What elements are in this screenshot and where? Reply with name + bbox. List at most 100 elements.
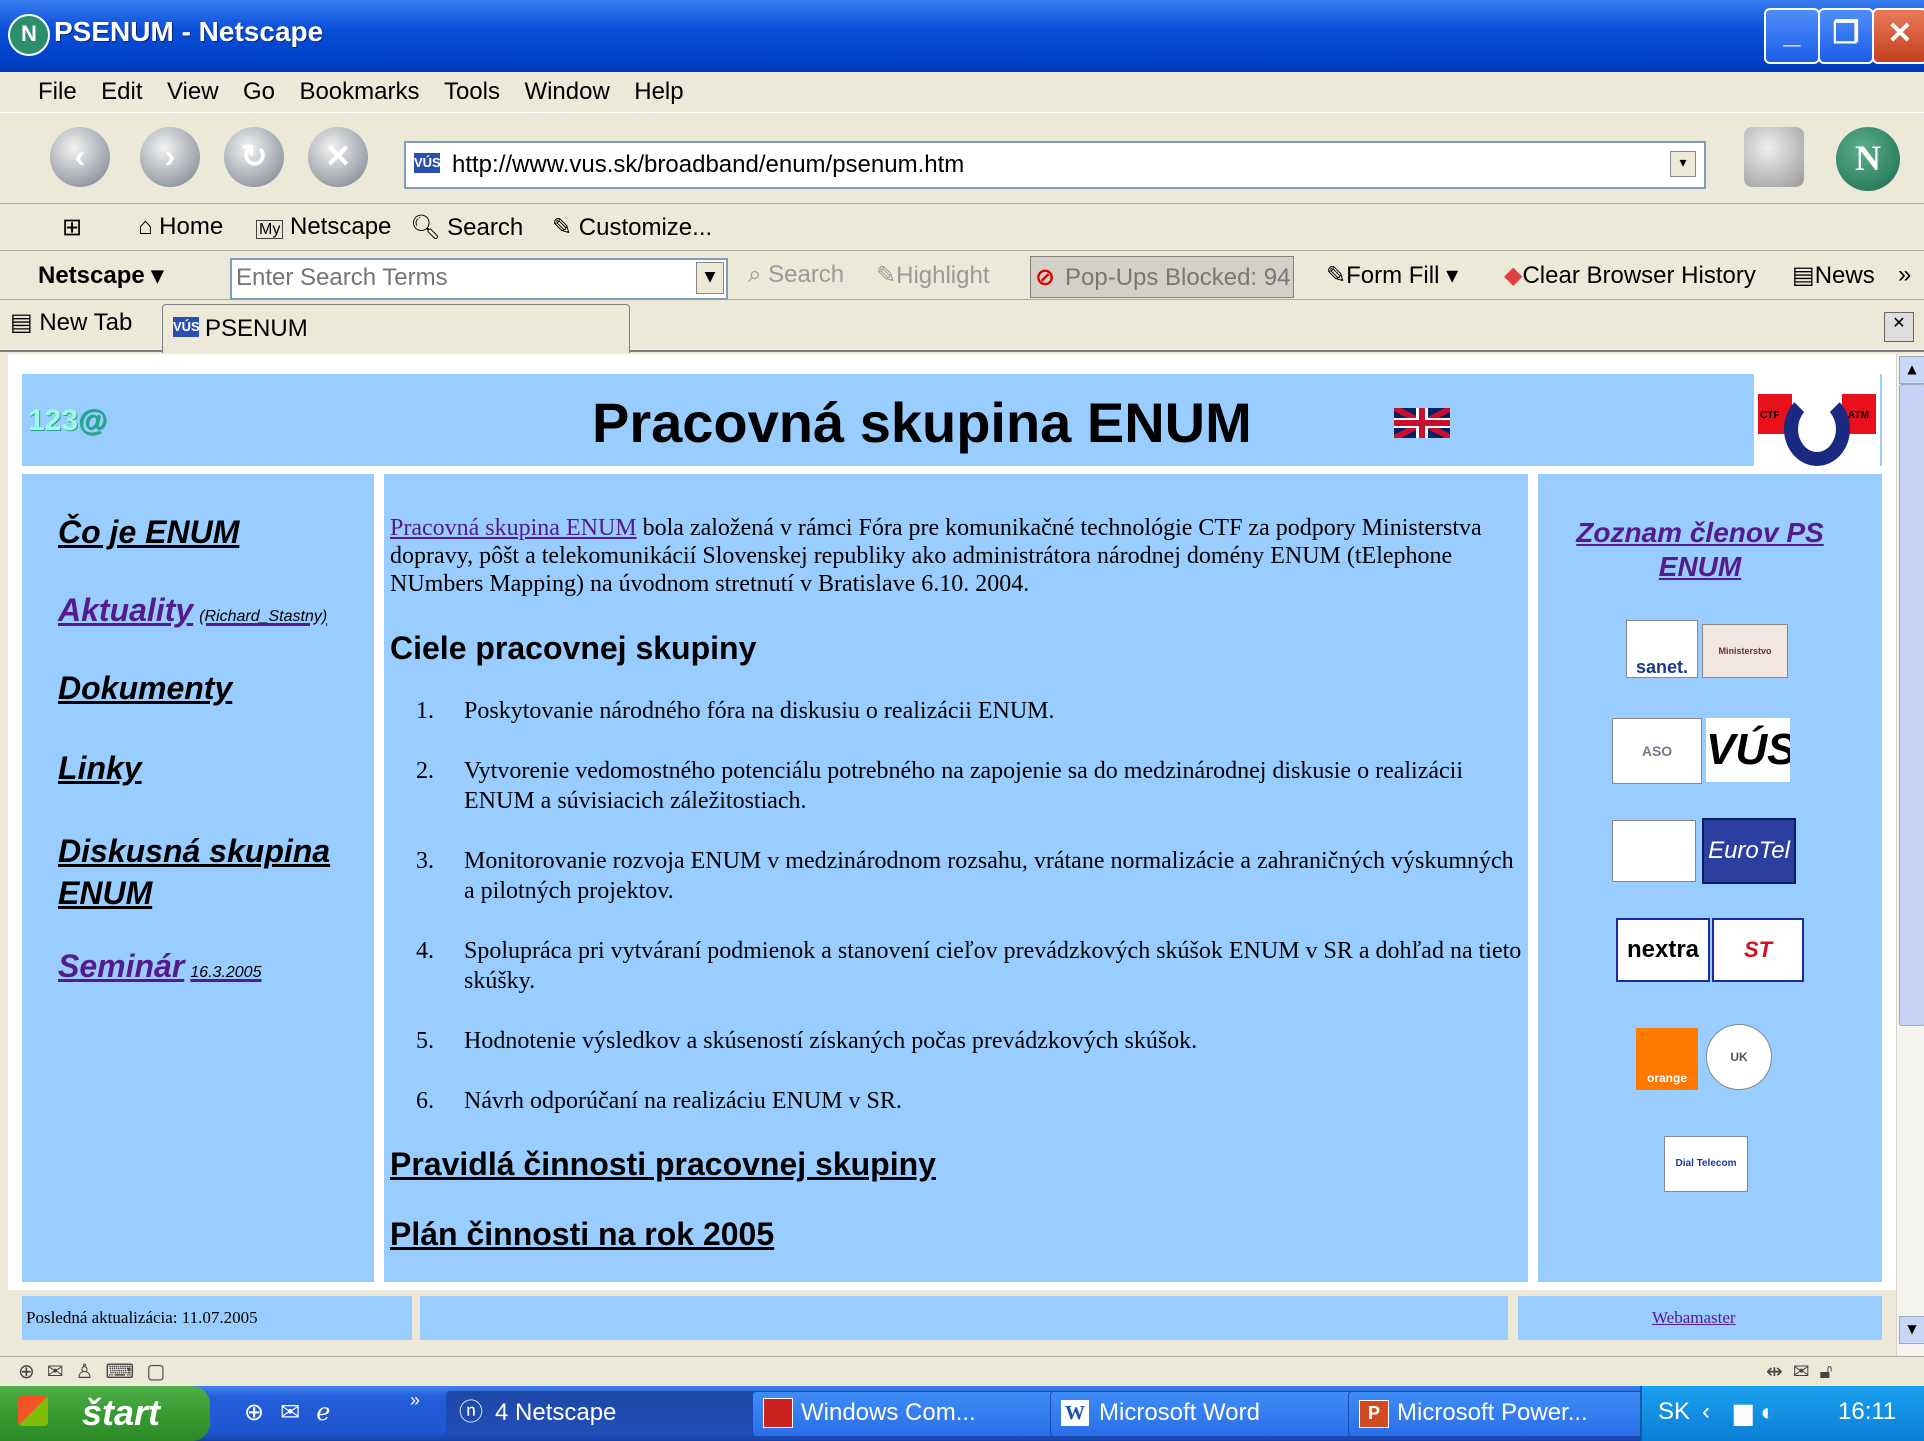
toolbar-overflow-chevron[interactable]: » <box>1898 261 1911 289</box>
tray-icons[interactable]: ▆◐ <box>1734 1398 1783 1427</box>
windows-logo-icon <box>18 1396 48 1426</box>
logo-university[interactable]: UK <box>1706 1024 1772 1090</box>
logo-sanet[interactable]: sanet. <box>1626 620 1698 678</box>
minimize-button[interactable]: _ <box>1764 8 1820 64</box>
forward-arrow-icon[interactable]: › <box>140 127 200 187</box>
nav-link-diskusna-skupina[interactable]: Diskusná skupina ENUM <box>58 830 358 914</box>
print-icon[interactable] <box>1744 127 1804 187</box>
scroll-up-icon[interactable]: ▲ <box>1899 356 1924 384</box>
menu-view[interactable]: View <box>167 78 219 105</box>
netscape-icon: N <box>8 14 50 56</box>
logo-eurotel[interactable]: EuroTel <box>1702 818 1796 884</box>
scroll-thumb[interactable] <box>1899 384 1924 1026</box>
search-input[interactable]: ▼ <box>230 258 728 300</box>
reload-icon[interactable]: ↻ <box>224 127 284 187</box>
news-button[interactable]: ▤News <box>1792 261 1875 290</box>
menu-tools[interactable]: Tools <box>444 78 500 105</box>
logo-orange[interactable]: orange <box>1636 1028 1698 1090</box>
page-banner: 123@ Pracovná skupina ENUM CTF ATM <box>22 374 1882 470</box>
vertical-scrollbar[interactable]: ▲ ▼ <box>1896 354 1924 1356</box>
home-icon: ⌂ <box>138 213 160 240</box>
tab-bar: ▤ New Tab VÚS PSENUM ✕ <box>0 300 1924 353</box>
floppy-icon <box>763 1398 793 1428</box>
new-tab-button[interactable]: ▤ New Tab <box>10 308 132 344</box>
toolbar-search-button[interactable]: ⌕ Search <box>748 261 844 289</box>
powerpoint-icon: P <box>1359 1400 1389 1428</box>
logo-dial-telecom[interactable]: Dial Telecom <box>1664 1136 1748 1192</box>
component-bar-icons[interactable]: ⊕✉♙⌨▢ <box>18 1359 177 1383</box>
popup-blocked-icon: ⊘ <box>1035 263 1056 291</box>
logo-slovak-telecom[interactable]: ST <box>1712 918 1804 982</box>
logo-aso[interactable]: ASO <box>1612 718 1702 784</box>
close-tab-icon[interactable]: ✕ <box>1884 312 1914 342</box>
nav-link-co-je-enum[interactable]: Čo je ENUM <box>58 514 239 551</box>
home-button[interactable]: ⌂ Home <box>138 213 223 241</box>
stop-icon[interactable]: ✕ <box>308 127 368 187</box>
main-content: Pracovná skupina ENUM bola založená v rá… <box>384 474 1528 1282</box>
link-plan-2005[interactable]: Plán činnosti na rok 2005 <box>390 1216 774 1253</box>
tab-psenum[interactable]: VÚS PSENUM <box>162 304 630 353</box>
my-badge: My <box>256 220 284 239</box>
url-field[interactable]: VÚS http://www.vus.sk/broadband/enum/pse… <box>404 141 1706 189</box>
close-button[interactable]: ✕ <box>1872 8 1924 64</box>
footer-updated: Posledná aktualizácia: 11.07.2005 <box>22 1296 412 1340</box>
back-arrow-icon[interactable]: ‹ <box>50 127 110 187</box>
netscape-icon: ⓝ <box>459 1399 483 1426</box>
taskbar-powerpoint[interactable]: P Microsoft Power... <box>1348 1391 1684 1437</box>
personal-toolbar: ⊞ ⌂ Home My Netscape 🔍︎ Search ✎ Customi… <box>0 205 1924 251</box>
nav-link-seminar[interactable]: Seminár 16.3.2005 <box>58 948 261 985</box>
logo-nextra[interactable]: nextra <box>1616 918 1710 982</box>
taskbar-word[interactable]: W Microsoft Word <box>1050 1391 1390 1437</box>
left-navigation: Čo je ENUM Aktuality (Richard_Stastny) Do… <box>22 474 374 1282</box>
menu-edit[interactable]: Edit <box>101 78 142 105</box>
tab-grid-icon[interactable]: ⊞ <box>62 213 82 242</box>
menu-help[interactable]: Help <box>634 78 683 105</box>
link-pravidla[interactable]: Pravidlá činnosti pracovnej skupiny <box>390 1146 936 1183</box>
clear-history-button[interactable]: ◆Clear Browser History <box>1504 261 1756 290</box>
restore-button[interactable]: ❐ <box>1818 8 1874 64</box>
start-button[interactable]: štart <box>0 1386 210 1441</box>
nav-link-linky[interactable]: Linky <box>58 750 142 787</box>
language-indicator[interactable]: SK <box>1658 1398 1690 1426</box>
url-dropdown-icon[interactable]: ▾ <box>1670 151 1696 177</box>
customize-button[interactable]: ✎ Customize... <box>552 213 712 242</box>
members-link[interactable]: Zoznam členov PS ENUM <box>1562 516 1838 584</box>
netscape-toolbar: Netscape ▾ ▼ ⌕ Search ✎Highlight ⊘ Pop-U… <box>0 252 1924 300</box>
status-bar: ⊕✉♙⌨▢ ⇹✉🔓︎ <box>0 1356 1924 1386</box>
logo-vus[interactable]: VÚS <box>1706 718 1790 782</box>
quick-launch-chevron[interactable]: » <box>410 1390 420 1411</box>
menu-bookmarks[interactable]: Bookmarks <box>299 78 419 105</box>
form-fill-button[interactable]: ✎Form Fill ▾ <box>1326 261 1458 290</box>
navigation-toolbar: ‹ › ↻ ✕ VÚS http://www.vus.sk/broadband/… <box>0 112 1924 204</box>
netscape-throbber-icon[interactable]: N <box>1836 127 1900 191</box>
taskbar-netscape[interactable]: ⓝ 4 Netscape ▾ <box>446 1391 796 1437</box>
popups-blocked-button[interactable]: ⊘ Pop-Ups Blocked: 94 <box>1030 256 1294 298</box>
window-title-bar[interactable]: N PSENUM - Netscape _ ❐ ✕ <box>0 0 1924 72</box>
highlight-button[interactable]: ✎Highlight <box>876 261 990 290</box>
webmaster-link[interactable]: Webamaster <box>1652 1308 1736 1328</box>
news-icon: ▤ <box>1792 262 1815 289</box>
menu-window[interactable]: Window <box>524 78 609 105</box>
taskbar-windows-commander[interactable]: Windows Com... <box>752 1391 1092 1437</box>
nav-link-dokumenty[interactable]: Dokumenty <box>58 670 232 707</box>
search-terms-field[interactable] <box>232 260 680 296</box>
netscape-search-menu[interactable]: Netscape ▾ <box>38 261 163 290</box>
search-dropdown-icon[interactable]: ▼ <box>696 262 724 294</box>
my-netscape-button[interactable]: My Netscape <box>256 213 391 241</box>
goals-heading: Ciele pracovnej skupiny <box>390 630 757 666</box>
uk-flag-icon[interactable] <box>1394 408 1450 438</box>
menu-go[interactable]: Go <box>243 78 275 105</box>
logo-ministerstvo[interactable]: Ministerstvo <box>1702 624 1788 678</box>
tray-expand-icon[interactable]: ‹ <box>1702 1398 1710 1426</box>
nav-link-aktuality[interactable]: Aktuality (Richard_Stastny) <box>58 592 327 629</box>
scroll-down-icon[interactable]: ▼ <box>1899 1316 1924 1344</box>
url-text: http://www.vus.sk/broadband/enum/psenum.… <box>452 151 965 178</box>
search-button[interactable]: 🔍︎ Search <box>410 213 523 242</box>
quick-launch-icons[interactable]: ⊕✉ℯ <box>244 1398 346 1426</box>
menu-file[interactable]: File <box>38 78 77 105</box>
search-icon: 🔍︎ <box>410 214 448 241</box>
intro-link[interactable]: Pracovná skupina ENUM <box>390 515 637 541</box>
site-favicon: VÚS <box>414 153 441 173</box>
intro-paragraph: Pracovná skupina ENUM bola založená v rá… <box>390 515 1482 597</box>
logo-bratislava[interactable] <box>1612 820 1696 882</box>
